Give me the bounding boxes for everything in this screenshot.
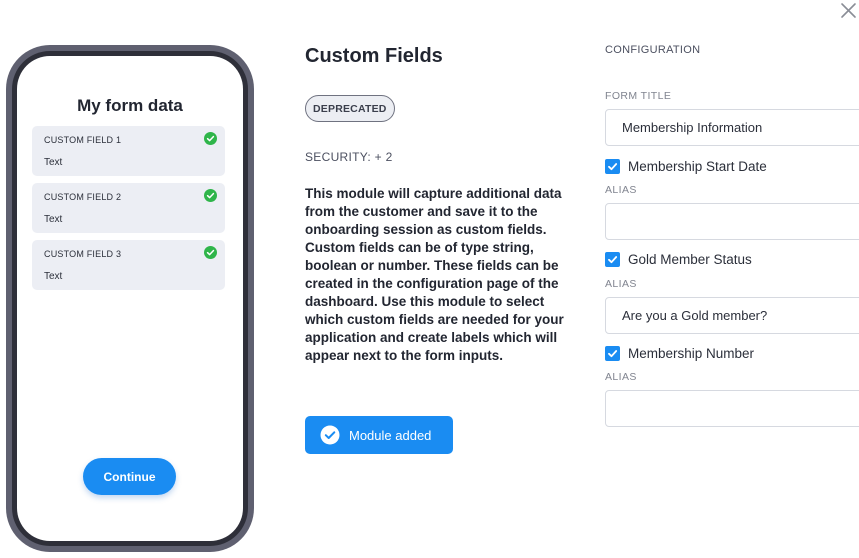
checkbox-checked[interactable] [605,346,620,361]
alias-label: ALIAS [605,278,637,290]
module-added-button[interactable]: Module added [305,416,453,454]
alias-label: ALIAS [605,371,637,383]
phone-screen: My form data CUSTOM FIELD 1 Text CUSTOM … [17,56,243,541]
alias-input[interactable]: Are you a Gold member? [605,297,859,334]
custom-field-label: CUSTOM FIELD 3 [44,249,122,259]
membership-start-date-checkbox[interactable]: Membership Start Date [605,159,767,174]
gold-member-status-checkbox[interactable]: Gold Member Status [605,252,752,267]
check-circle-icon [204,246,217,259]
check-circle-icon [204,189,217,202]
form-title-input[interactable]: Membership Information [605,109,859,146]
checkmark-icon [608,256,618,264]
form-title-value: Membership Information [622,120,763,135]
checkbox-checked[interactable] [605,159,620,174]
module-title: Custom Fields [305,45,443,67]
continue-button[interactable]: Continue [83,458,176,495]
custom-field-card: CUSTOM FIELD 2 Text [32,183,225,233]
membership-number-checkbox[interactable]: Membership Number [605,346,754,361]
close-icon [841,3,856,18]
checkmark-icon [608,163,618,171]
custom-field-card: CUSTOM FIELD 3 Text [32,240,225,290]
alias-input[interactable] [605,203,859,240]
checkbox-label: Gold Member Status [628,252,752,267]
custom-field-type: Text [44,157,63,168]
phone-bezel: My form data CUSTOM FIELD 1 Text CUSTOM … [12,51,248,546]
form-title-label: FORM TITLE [605,90,672,102]
custom-field-label: CUSTOM FIELD 2 [44,192,122,202]
phone-form-title: My form data [77,96,183,115]
alias-label: ALIAS [605,184,637,196]
checkbox-label: Membership Start Date [628,159,767,174]
custom-field-label: CUSTOM FIELD 1 [44,135,122,145]
custom-field-card: CUSTOM FIELD 1 Text [32,126,225,176]
module-description: This module will capture additional data… [305,186,564,363]
phone-preview: My form data CUSTOM FIELD 1 Text CUSTOM … [6,45,254,552]
alias-value: Are you a Gold member? [622,308,768,323]
security-score: SECURITY: + 2 [305,150,393,164]
check-circle-icon [204,132,217,145]
custom-field-type: Text [44,214,63,225]
checkmark-icon [608,350,618,358]
deprecated-badge: DEPRECATED [305,95,395,122]
checkbox-checked[interactable] [605,252,620,267]
custom-field-type: Text [44,271,63,282]
close-button[interactable] [838,0,859,22]
module-added-label: Module added [349,427,432,443]
configuration-header: CONFIGURATION [605,44,701,56]
alias-input[interactable] [605,390,859,427]
checkbox-label: Membership Number [628,346,755,361]
check-circle-icon [320,425,340,445]
